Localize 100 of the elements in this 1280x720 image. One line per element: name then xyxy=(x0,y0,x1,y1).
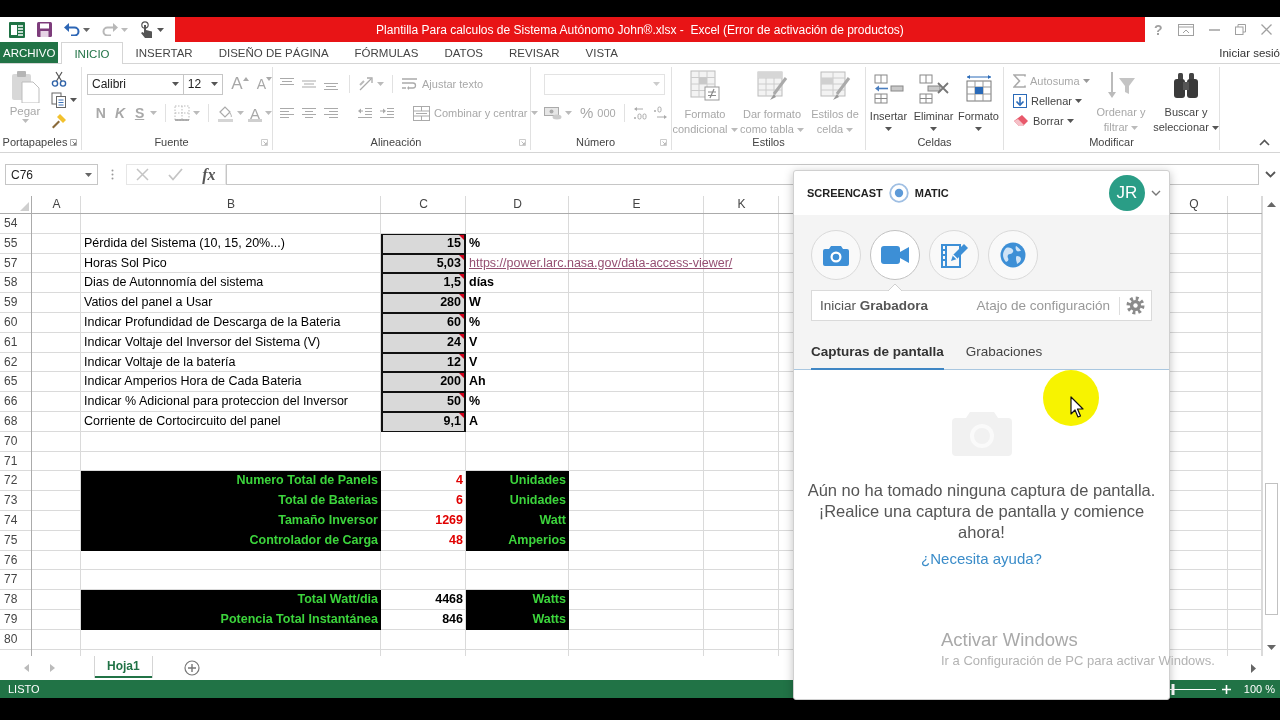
find-select-button[interactable]: Buscar y seleccionar xyxy=(1150,67,1222,134)
sign-in-link[interactable]: Iniciar sesió xyxy=(1209,42,1280,63)
sheet-tab[interactable]: Hoja1 xyxy=(95,656,152,678)
hyperlink[interactable]: https://power.larc.nasa.gov/data-access-viewer/ xyxy=(469,255,733,270)
column-header[interactable]: E xyxy=(569,196,704,214)
caret-icon[interactable] xyxy=(83,27,90,32)
row-header[interactable]: 59 xyxy=(0,293,32,313)
next-sheet-icon[interactable] xyxy=(50,664,55,672)
format-cells-button[interactable]: Formato xyxy=(956,67,1001,134)
caret-icon[interactable] xyxy=(85,172,92,177)
name-box[interactable]: C76 xyxy=(5,164,98,185)
increase-decimal-icon[interactable] xyxy=(632,106,649,120)
start-recorder-button[interactable]: Iniciar Grabadora xyxy=(820,298,929,313)
ribbon-tab[interactable]: INICIO xyxy=(61,42,123,64)
ribbon-tab[interactable]: DISEÑO DE PÁGINA xyxy=(205,42,342,63)
caret-icon[interactable] xyxy=(171,82,179,86)
ribbon-tab[interactable]: FÓRMULAS xyxy=(341,42,432,63)
font-size-select[interactable]: 12 xyxy=(182,73,224,95)
comment-indicator-icon[interactable] xyxy=(459,234,464,240)
row-header[interactable]: 73 xyxy=(0,491,32,511)
web-button[interactable] xyxy=(988,230,1038,280)
caret-icon[interactable] xyxy=(1211,126,1219,131)
dialog-launcher-icon[interactable] xyxy=(70,138,77,146)
scroll-up-icon[interactable] xyxy=(1267,202,1276,207)
ribbon-tab[interactable]: INSERTAR xyxy=(122,42,206,63)
panel-tab[interactable]: Capturas de pantalla xyxy=(811,344,944,370)
checkmark-icon[interactable] xyxy=(168,168,184,181)
row-header[interactable]: 68 xyxy=(0,411,32,432)
row-header[interactable]: 66 xyxy=(0,392,32,412)
comment-indicator-icon[interactable] xyxy=(459,254,464,260)
ribbon-display-icon[interactable] xyxy=(1177,23,1194,36)
row-header[interactable]: 75 xyxy=(0,530,32,551)
dialog-launcher-icon[interactable] xyxy=(261,138,268,146)
redo-icon[interactable] xyxy=(102,23,118,36)
orientation-icon[interactable] xyxy=(358,76,374,92)
row-header[interactable]: 74 xyxy=(0,510,32,531)
file-tab[interactable]: ARCHIVO xyxy=(0,42,59,63)
row-header[interactable]: 76 xyxy=(0,550,32,571)
increase-indent-icon[interactable] xyxy=(379,106,395,120)
row-header[interactable]: 60 xyxy=(0,313,32,333)
restore-icon[interactable] xyxy=(1234,24,1246,35)
panel-tab[interactable]: Grabaciones xyxy=(965,344,1043,370)
decrease-indent-icon[interactable] xyxy=(357,106,373,120)
column-header[interactable]: D xyxy=(466,196,569,214)
comment-indicator-icon[interactable] xyxy=(459,294,464,300)
grip-icon[interactable] xyxy=(111,169,114,180)
editor-button[interactable] xyxy=(929,230,979,280)
caret-icon[interactable] xyxy=(211,82,219,86)
borders-icon[interactable] xyxy=(174,105,191,121)
cancel-icon[interactable] xyxy=(136,168,150,181)
align-center-icon[interactable] xyxy=(301,106,317,120)
fill-button[interactable]: Rellenar xyxy=(1013,94,1092,108)
caret-icon[interactable] xyxy=(70,98,77,102)
comment-indicator-icon[interactable] xyxy=(459,373,464,379)
select-all-icon[interactable] xyxy=(20,202,29,211)
scroll-down-icon[interactable] xyxy=(1267,645,1276,650)
undo-icon[interactable] xyxy=(64,23,80,36)
decrease-decimal-icon[interactable] xyxy=(652,106,669,120)
row-header[interactable]: 54 xyxy=(0,214,32,234)
comment-indicator-icon[interactable] xyxy=(459,412,464,418)
previous-sheet-icon[interactable] xyxy=(24,664,29,672)
row-header[interactable]: 71 xyxy=(0,451,32,472)
scroll-right-icon[interactable] xyxy=(1251,663,1256,673)
delete-cells-button[interactable]: Eliminar xyxy=(911,67,956,134)
align-right-icon[interactable] xyxy=(323,106,339,120)
format-painter-icon[interactable] xyxy=(51,113,67,129)
copy-icon[interactable] xyxy=(51,92,67,108)
row-header[interactable]: 77 xyxy=(0,570,32,591)
row-header[interactable]: 57 xyxy=(0,253,32,274)
row-header[interactable]: 55 xyxy=(0,233,32,254)
comment-indicator-icon[interactable] xyxy=(459,353,464,359)
ribbon-tab[interactable]: DATOS xyxy=(431,42,497,63)
row-header[interactable]: 80 xyxy=(0,629,32,650)
settings-icon[interactable] xyxy=(1126,296,1145,315)
insert-cells-button[interactable]: Insertar xyxy=(866,67,911,134)
save-icon[interactable] xyxy=(37,22,52,37)
screenshot-button[interactable] xyxy=(811,230,861,280)
minimize-icon[interactable] xyxy=(1208,28,1220,31)
caret-icon[interactable] xyxy=(1066,118,1074,123)
font-name-select[interactable]: Calibri xyxy=(87,73,184,95)
comment-indicator-icon[interactable] xyxy=(459,393,464,399)
caret-icon[interactable] xyxy=(1151,190,1161,196)
row-header[interactable]: 70 xyxy=(0,431,32,452)
fill-color-icon[interactable] xyxy=(217,104,234,122)
help-link[interactable]: ¿Necesita ayuda? xyxy=(921,550,1042,567)
zoom-slider-thumb[interactable] xyxy=(1171,683,1175,695)
touch-icon[interactable] xyxy=(140,21,154,38)
caret-icon[interactable] xyxy=(157,27,164,32)
ribbon-tab[interactable]: REVISAR xyxy=(496,42,573,63)
row-header[interactable]: 62 xyxy=(0,352,32,373)
scrollbar-thumb[interactable] xyxy=(1265,483,1278,615)
column-header[interactable]: A xyxy=(32,196,81,214)
dialog-launcher-icon[interactable] xyxy=(519,138,526,146)
column-header[interactable]: B xyxy=(81,196,381,214)
caret-icon[interactable] xyxy=(885,126,892,131)
row-header[interactable]: 65 xyxy=(0,372,32,393)
row-header[interactable]: 78 xyxy=(0,590,32,610)
column-header[interactable]: K xyxy=(704,196,779,214)
align-left-icon[interactable] xyxy=(279,106,295,120)
ribbon-tab[interactable]: VISTA xyxy=(572,42,631,63)
